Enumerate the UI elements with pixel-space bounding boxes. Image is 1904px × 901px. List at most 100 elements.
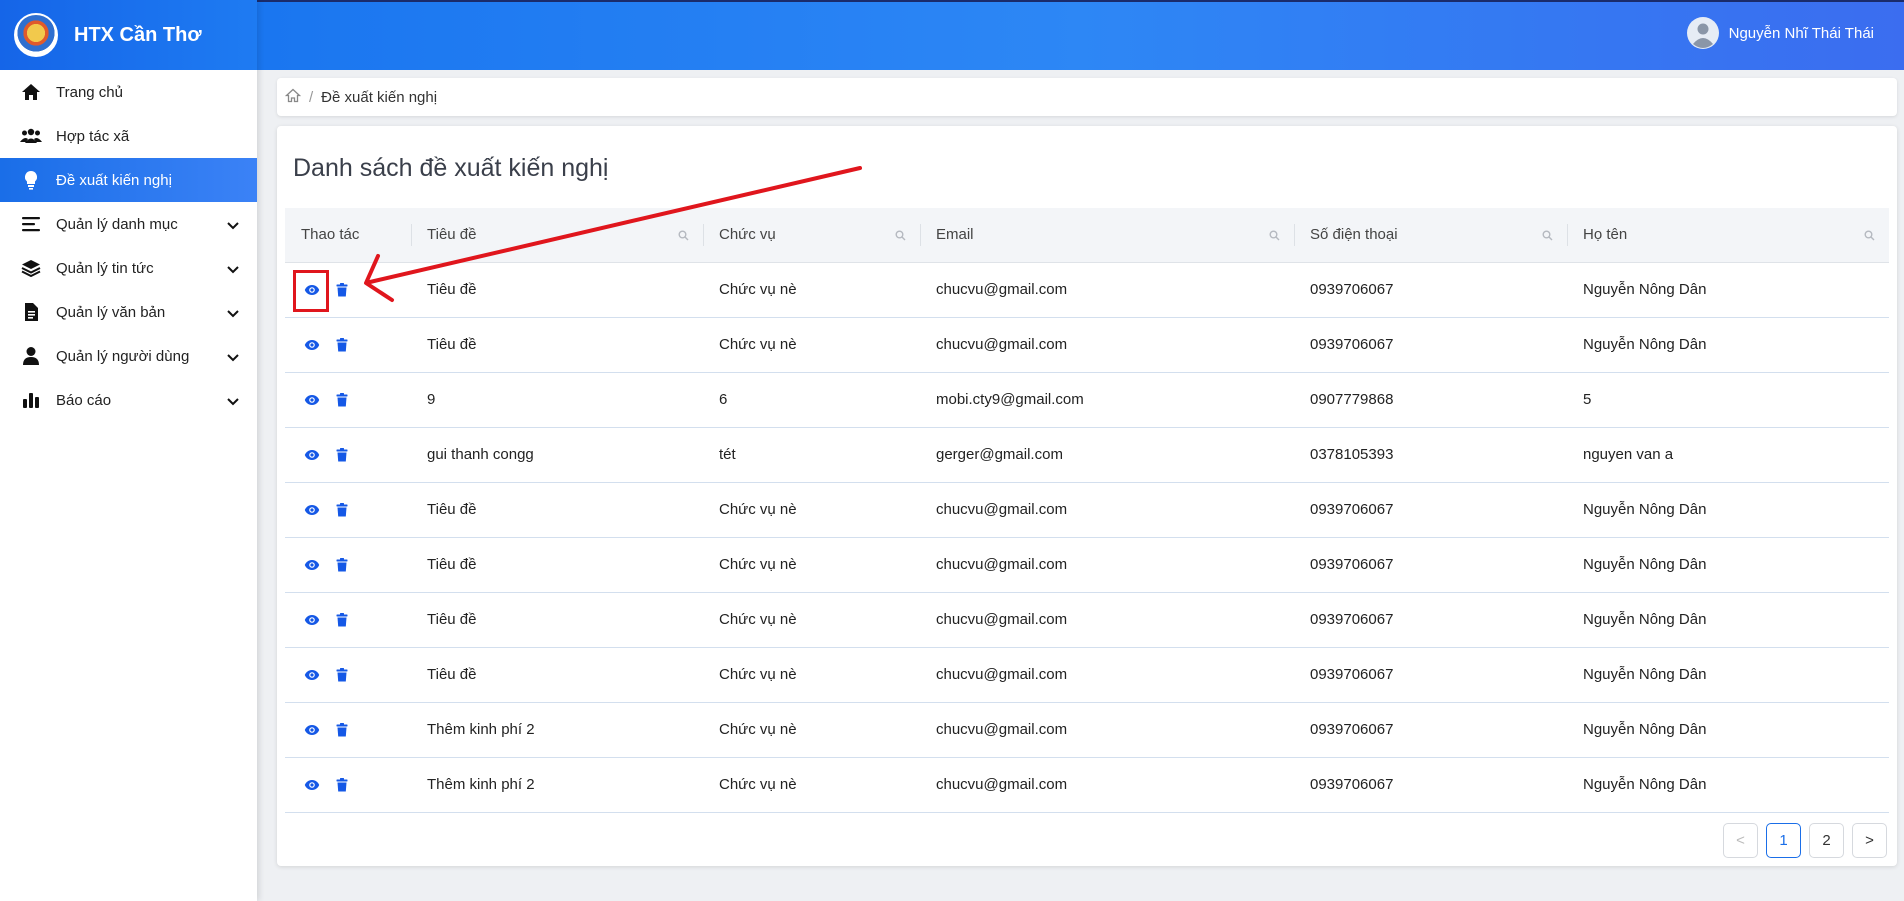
column-header-fullname: Họ tên xyxy=(1567,208,1889,263)
chevron-down-icon xyxy=(227,261,239,278)
pagination-page-2[interactable]: 2 xyxy=(1809,823,1844,858)
bar-chart-icon xyxy=(20,389,42,411)
avatar xyxy=(1686,17,1719,49)
view-icon[interactable] xyxy=(301,279,323,301)
sidebar-item-reports[interactable]: Báo cáo xyxy=(0,378,257,422)
delete-icon[interactable] xyxy=(331,774,353,796)
sidebar-item-home[interactable]: Trang chủ xyxy=(0,70,257,114)
sidebar-item-categories[interactable]: Quản lý danh mục xyxy=(0,202,257,246)
cell-title: gui thanh congg xyxy=(411,427,703,483)
logo xyxy=(14,13,58,57)
search-icon[interactable] xyxy=(1864,228,1875,245)
table-row: Tiêu đề Chức vụ nè chucvu@gmail.com 0939706… xyxy=(285,647,1889,703)
pagination-page-1[interactable]: 1 xyxy=(1766,823,1801,858)
cell-title: Tiêu đề xyxy=(411,592,703,648)
cell-email: chucvu@gmail.com xyxy=(920,647,1294,703)
view-icon[interactable] xyxy=(301,499,323,521)
delete-icon[interactable] xyxy=(331,444,353,466)
sidebar-item-proposals[interactable]: Đề xuất kiến nghị xyxy=(0,158,257,202)
cell-email: mobi.cty9@gmail.com xyxy=(920,372,1294,428)
cell-title: Tiêu đề xyxy=(411,482,703,538)
sidebar-item-documents[interactable]: Quản lý văn bản xyxy=(0,290,257,334)
table-row: Thêm kinh phí 2 Chức vụ nè chucvu@gmail.co… xyxy=(285,702,1889,758)
sidebar: HTX Cần Thơ Trang chủ Hợp tác xã Đề xuất… xyxy=(0,0,257,901)
cell-email: chucvu@gmail.com xyxy=(920,537,1294,593)
delete-icon[interactable] xyxy=(331,389,353,411)
sidebar-item-users[interactable]: Quản lý người dùng xyxy=(0,334,257,378)
view-icon[interactable] xyxy=(301,664,323,686)
sidebar-menu: Trang chủ Hợp tác xã Đề xuất kiến nghị Q… xyxy=(0,70,257,422)
cell-fullname: 5 xyxy=(1567,372,1889,428)
cell-email: chucvu@gmail.com xyxy=(920,592,1294,648)
delete-icon[interactable] xyxy=(331,719,353,741)
cell-email: chucvu@gmail.com xyxy=(920,317,1294,373)
brand[interactable]: HTX Cần Thơ xyxy=(0,0,257,70)
cell-phone: 0378105393 xyxy=(1294,427,1567,483)
delete-icon[interactable] xyxy=(331,554,353,576)
chevron-down-icon xyxy=(227,349,239,366)
cell-position: Chức vụ nè xyxy=(703,592,920,648)
sidebar-item-news[interactable]: Quản lý tin tức xyxy=(0,246,257,290)
cell-phone: 0907779868 xyxy=(1294,372,1567,428)
view-icon[interactable] xyxy=(301,719,323,741)
pagination-prev-button[interactable]: < xyxy=(1723,823,1758,858)
sidebar-item-label: Quản lý tin tức xyxy=(56,259,154,277)
chevron-down-icon xyxy=(227,393,239,410)
delete-icon[interactable] xyxy=(331,499,353,521)
search-icon[interactable] xyxy=(1269,228,1280,245)
pagination-next-button[interactable]: > xyxy=(1852,823,1887,858)
delete-icon[interactable] xyxy=(331,609,353,631)
home-icon[interactable] xyxy=(284,88,302,107)
breadcrumb-current: Đề xuất kiến nghị xyxy=(321,88,438,106)
cell-fullname: Nguyễn Nông Dân xyxy=(1567,482,1889,538)
page-title: Danh sách đề xuất kiến nghị xyxy=(293,154,609,182)
view-icon[interactable] xyxy=(301,774,323,796)
table-header-row: Thao tác Tiêu đề Chức vụ Email Số điện t… xyxy=(285,208,1889,263)
cell-email: gerger@gmail.com xyxy=(920,427,1294,483)
cell-title: Thêm kinh phí 2 xyxy=(411,757,703,813)
row-actions xyxy=(285,537,411,593)
row-actions xyxy=(285,262,411,318)
cell-title: 9 xyxy=(411,372,703,428)
list-icon xyxy=(20,213,42,235)
cell-position: 6 xyxy=(703,372,920,428)
view-icon[interactable] xyxy=(301,389,323,411)
cell-title: Tiêu đề xyxy=(411,317,703,373)
delete-icon[interactable] xyxy=(331,664,353,686)
cell-email: chucvu@gmail.com xyxy=(920,482,1294,538)
cell-phone: 0939706067 xyxy=(1294,537,1567,593)
chevron-down-icon xyxy=(227,305,239,322)
sidebar-item-label: Quản lý văn bản xyxy=(56,303,166,321)
sidebar-item-cooperatives[interactable]: Hợp tác xã xyxy=(0,114,257,158)
cell-phone: 0939706067 xyxy=(1294,757,1567,813)
table-row: gui thanh congg tét gerger@gmail.com 037810… xyxy=(285,427,1889,483)
search-icon[interactable] xyxy=(678,228,689,245)
view-icon[interactable] xyxy=(301,444,323,466)
search-icon[interactable] xyxy=(1542,228,1553,245)
search-icon[interactable] xyxy=(895,228,906,245)
cell-fullname: Nguyễn Nông Dân xyxy=(1567,537,1889,593)
cell-fullname: Nguyễn Nông Dân xyxy=(1567,592,1889,648)
cell-phone: 0939706067 xyxy=(1294,592,1567,648)
cell-position: Chức vụ nè xyxy=(703,757,920,813)
chevron-down-icon xyxy=(227,217,239,234)
cell-position: Chức vụ nè xyxy=(703,262,920,318)
column-header-position: Chức vụ xyxy=(703,208,920,263)
table-row: Tiêu đề Chức vụ nè chucvu@gmail.com 0939706… xyxy=(285,482,1889,538)
cell-fullname: Nguyễn Nông Dân xyxy=(1567,647,1889,703)
cell-title: Tiêu đề xyxy=(411,262,703,318)
view-icon[interactable] xyxy=(301,609,323,631)
row-actions xyxy=(285,592,411,648)
user-menu[interactable]: Nguyễn Nhĩ Thái Thái xyxy=(1686,17,1874,49)
delete-icon[interactable] xyxy=(331,334,353,356)
view-icon[interactable] xyxy=(301,554,323,576)
view-icon[interactable] xyxy=(301,334,323,356)
proposals-table: Thao tác Tiêu đề Chức vụ Email Số điện t… xyxy=(285,208,1889,813)
cell-title: Thêm kinh phí 2 xyxy=(411,702,703,758)
delete-icon[interactable] xyxy=(331,279,353,301)
top-bar: Nguyễn Nhĩ Thái Thái xyxy=(257,0,1904,70)
cell-phone: 0939706067 xyxy=(1294,317,1567,373)
sidebar-item-label: Hợp tác xã xyxy=(56,127,130,145)
row-actions xyxy=(285,482,411,538)
users-icon xyxy=(20,125,42,147)
